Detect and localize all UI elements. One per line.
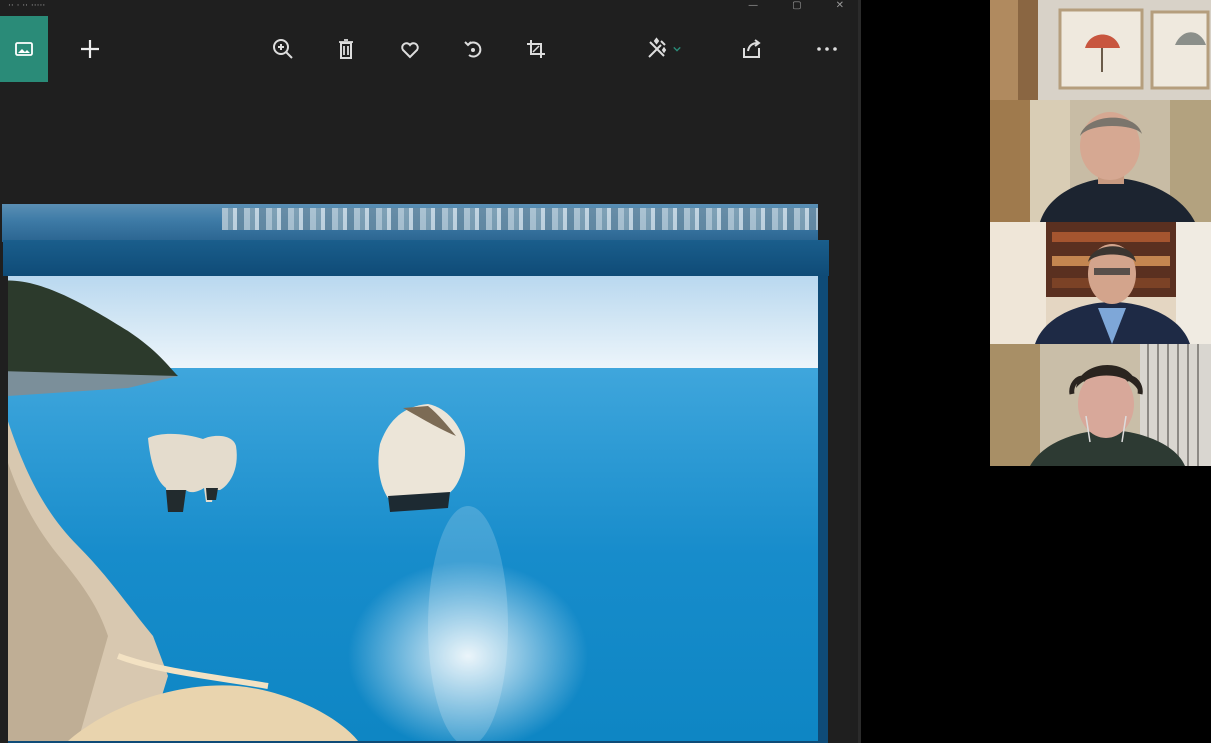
share-icon xyxy=(743,39,761,58)
favorite-button[interactable] xyxy=(388,16,432,82)
participant-1 xyxy=(990,100,1211,222)
video-gallery xyxy=(990,0,1211,468)
minimize-button[interactable]: — xyxy=(748,0,758,11)
video-tile-3[interactable] xyxy=(990,222,1211,344)
share-button[interactable] xyxy=(730,16,774,82)
zoom-in-icon xyxy=(273,39,293,59)
photo-frame xyxy=(8,276,828,743)
trash-icon xyxy=(339,39,353,59)
previous-image-strip[interactable] xyxy=(2,204,818,242)
image-border xyxy=(3,240,829,276)
delete-button[interactable] xyxy=(324,16,368,82)
plus-icon xyxy=(81,40,99,58)
add-button[interactable] xyxy=(68,16,112,82)
main-photo[interactable] xyxy=(8,276,818,741)
window-controls: — ▢ ✕ xyxy=(748,0,844,11)
heart-icon xyxy=(401,42,419,59)
framed-pictures-wall xyxy=(990,0,1211,100)
rotate-button[interactable] xyxy=(451,16,495,82)
window-title: ·· · ·· ····· xyxy=(8,1,46,11)
video-tile-4[interactable] xyxy=(990,344,1211,466)
more-icon xyxy=(817,47,837,51)
rotate-icon xyxy=(464,41,482,58)
edit-sparkle-icon xyxy=(648,37,667,58)
image-icon xyxy=(15,42,33,56)
photos-app-window: ·· · ·· ····· — ▢ ✕ xyxy=(0,0,858,743)
toolbar xyxy=(0,16,858,82)
crop-icon xyxy=(527,40,545,58)
window-border xyxy=(858,0,861,743)
sea-stacks-photo xyxy=(8,276,818,741)
image-canvas xyxy=(0,82,858,743)
more-button[interactable] xyxy=(805,16,849,82)
zoom-button[interactable] xyxy=(261,16,305,82)
close-button[interactable]: ✕ xyxy=(836,0,844,11)
maximize-button[interactable]: ▢ xyxy=(792,0,801,11)
participant-2 xyxy=(990,222,1211,344)
crop-button[interactable] xyxy=(514,16,558,82)
video-tile-1[interactable] xyxy=(990,0,1211,100)
edit-button[interactable] xyxy=(636,16,692,82)
gallery-button[interactable] xyxy=(0,16,48,82)
chevron-down-icon xyxy=(673,46,681,52)
participant-3 xyxy=(990,344,1211,466)
video-tile-2[interactable] xyxy=(990,100,1211,222)
